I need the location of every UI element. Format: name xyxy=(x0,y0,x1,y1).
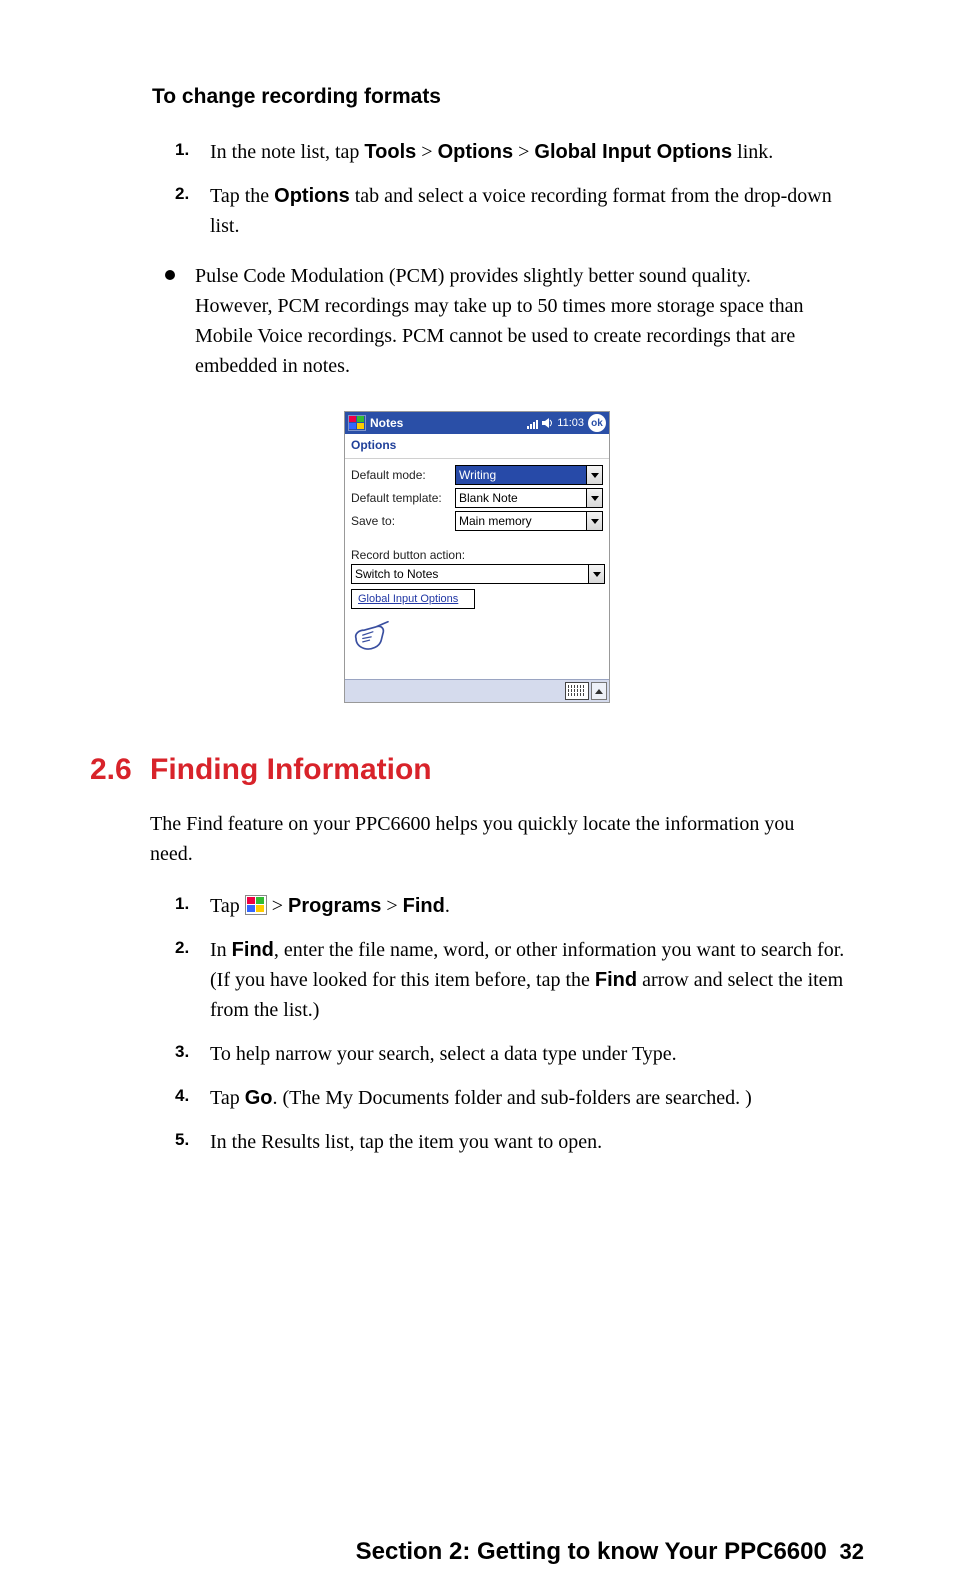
chevron-down-icon[interactable] xyxy=(586,466,602,484)
section-heading: 2.6Finding Information xyxy=(90,753,864,787)
find-step-1: 1. Tap > Programs > Find. xyxy=(175,891,864,921)
row-record-action: Record button action: Switch to Notes xyxy=(351,548,603,584)
combo-save-to[interactable]: Main memory xyxy=(455,511,603,531)
device-bottombar xyxy=(345,679,609,702)
speaker-icon xyxy=(542,417,554,429)
keyboard-icon[interactable] xyxy=(565,682,589,700)
page-footer: Section 2: Getting to know Your PPC6600 … xyxy=(356,1538,864,1566)
combo-record-action[interactable]: Switch to Notes xyxy=(351,564,605,584)
writing-area[interactable] xyxy=(345,611,609,679)
step-number: 1. xyxy=(175,891,189,917)
find-step-4: 4. Tap Go. (The My Documents folder and … xyxy=(175,1083,864,1113)
step-number: 3. xyxy=(175,1039,189,1065)
step-number: 1. xyxy=(175,137,189,163)
step-text: Tap the Options tab and select a voice r… xyxy=(210,185,832,237)
ok-button[interactable]: ok xyxy=(588,414,606,432)
subsection-heading: To change recording formats xyxy=(152,85,864,109)
device-clock: 11:03 xyxy=(557,417,584,429)
footer-text: Section 2: Getting to know Your PPC6600 xyxy=(356,1538,827,1565)
device-subheader: Options xyxy=(345,434,609,459)
step-number: 2. xyxy=(175,181,189,207)
label-default-mode: Default mode: xyxy=(351,468,455,482)
bullet-pcm-note: Pulse Code Modulation (PCM) provides sli… xyxy=(165,261,824,381)
steps-list-recording: 1. In the note list, tap Tools > Options… xyxy=(175,137,864,241)
combo-default-template[interactable]: Blank Note xyxy=(455,488,603,508)
windows-flag-icon[interactable] xyxy=(348,415,366,431)
device-titlebar: Notes 11:03 ok xyxy=(345,412,609,434)
steps-list-finding: 1. Tap > Programs > Find. 2. In Find, en… xyxy=(175,891,864,1157)
label-default-template: Default template: xyxy=(351,491,455,505)
combo-value: Blank Note xyxy=(456,489,586,507)
chevron-down-icon[interactable] xyxy=(586,489,602,507)
find-step-3: 3. To help narrow your search, select a … xyxy=(175,1039,864,1069)
device-form: Default mode: Writing Default template: … xyxy=(345,459,609,611)
row-default-template: Default template: Blank Note xyxy=(351,488,603,508)
find-step-2: 2. In Find, enter the file name, word, o… xyxy=(175,935,864,1025)
step-text: In the note list, tap Tools > Options > … xyxy=(210,141,773,163)
start-flag-icon xyxy=(245,895,267,915)
step-text: Tap Go. (The My Documents folder and sub… xyxy=(210,1087,752,1109)
section-intro: The Find feature on your PPC6600 helps y… xyxy=(150,809,824,869)
page-number: 32 xyxy=(840,1539,864,1564)
label-save-to: Save to: xyxy=(351,514,455,528)
section-title-text: Finding Information xyxy=(150,753,432,786)
step-number: 2. xyxy=(175,935,189,961)
sip-up-icon[interactable] xyxy=(591,682,607,700)
signal-icon xyxy=(527,418,539,429)
row-default-mode: Default mode: Writing xyxy=(351,465,603,485)
label-record-action: Record button action: xyxy=(351,548,603,562)
device-status-icons: 11:03 xyxy=(527,417,584,429)
device-app-title: Notes xyxy=(370,416,403,430)
step-text: Tap > Programs > Find. xyxy=(210,895,450,917)
step-2: 2. Tap the Options tab and select a voic… xyxy=(175,181,864,241)
step-text: To help narrow your search, select a dat… xyxy=(210,1043,677,1065)
step-text: In Find, enter the file name, word, or o… xyxy=(210,939,844,1021)
combo-default-mode[interactable]: Writing xyxy=(455,465,603,485)
combo-value: Main memory xyxy=(456,512,586,530)
global-input-options-link[interactable]: Global Input Options xyxy=(351,589,475,609)
step-1: 1. In the note list, tap Tools > Options… xyxy=(175,137,864,167)
pointing-hand-icon xyxy=(351,615,393,657)
step-number: 4. xyxy=(175,1083,189,1109)
step-number: 5. xyxy=(175,1127,189,1153)
chevron-down-icon[interactable] xyxy=(586,512,602,530)
find-step-5: 5. In the Results list, tap the item you… xyxy=(175,1127,864,1157)
combo-value: Switch to Notes xyxy=(352,565,588,583)
section-number: 2.6 xyxy=(90,753,150,787)
chevron-down-icon[interactable] xyxy=(588,565,604,583)
device-screenshot: Notes 11:03 ok Options Default mode: Wri… xyxy=(344,411,610,703)
step-text: In the Results list, tap the item you wa… xyxy=(210,1131,602,1153)
combo-value: Writing xyxy=(456,466,586,484)
row-save-to: Save to: Main memory xyxy=(351,511,603,531)
